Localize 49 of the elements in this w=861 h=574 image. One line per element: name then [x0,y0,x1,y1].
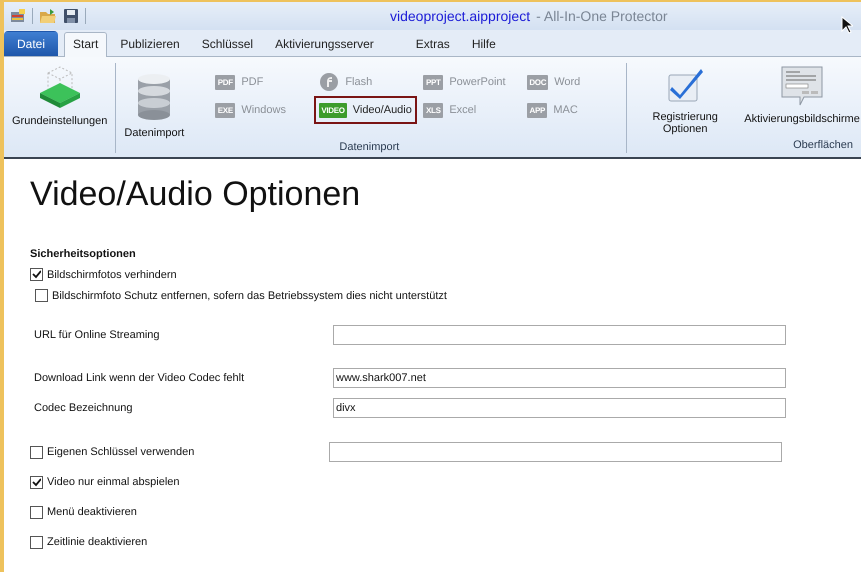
page-title: Video/Audio Optionen [30,175,362,214]
input-field[interactable]: divx [333,398,786,418]
ribbon-button[interactable]: Datenimport [120,71,188,141]
file-menu-tab[interactable]: Datei [4,31,58,56]
group-label: Datenimport [338,141,400,153]
checkbox[interactable]: Zeitlinie deaktivieren [30,536,148,548]
group-label: Oberflächen [792,139,854,153]
checkbox[interactable]: Bildschirmfotos verhindern [30,268,177,281]
ribbon-button[interactable]: Registrierung Optionen [631,63,740,137]
input-field[interactable] [333,325,786,345]
input-field[interactable] [329,442,782,462]
ribbon-button[interactable]: VIDEO Video/Audio [314,96,417,124]
checkbox[interactable]: Video nur einmal abspielen [30,476,180,488]
checkbox[interactable]: Bildschirmfoto Schutz entfernen, sofern das Betriebssystem dies nicht unterstützt [35,289,447,302]
checkbox[interactable]: Menü deaktivieren [30,506,137,518]
ribbon-tab[interactable]: Aktivierungsserver [266,32,383,56]
window-title: videoproject.aipproject [390,8,530,24]
file-type-badge: APP [527,102,548,118]
field-label: Codec Bezeichnung [33,402,134,414]
file-type-badge: PDF [215,74,236,90]
checkbox-box[interactable] [30,536,43,548]
cursor-icon [841,16,853,34]
input-field[interactable]: www.shark007.net [333,368,786,388]
checkbox[interactable]: Eigenen Schlüssel verwenden [30,446,329,458]
file-type-badge: DOC [527,74,548,90]
field-label: URL für Online Streaming [33,329,161,341]
checkbox-box[interactable] [35,289,48,302]
ribbon-tab[interactable]: Hilfe [462,32,505,56]
file-type-badge: PPT [423,74,444,90]
file-type-badge: EXE [215,102,236,118]
file-type-badge: VIDEO [319,102,347,118]
ribbon-button[interactable]: Grundeinstellungen [8,63,112,129]
round-logo-icon [319,72,340,92]
ribbon-tab[interactable]: Start [64,32,108,57]
dialog-bubble-icon [780,65,824,107]
field-label: Download Link wenn der Video Codec fehlt [33,372,246,384]
checkbox-box[interactable] [30,476,43,488]
file-type-badge: XLS [423,102,444,118]
project-icon[interactable] [10,8,26,24]
ribbon-tab[interactable]: Publizieren [111,32,189,56]
app-name: - All-In-One Protector [536,8,668,24]
open-folder-icon[interactable] [39,8,57,24]
checkbox-box[interactable] [30,268,43,281]
ribbon-tab[interactable]: Extras [406,32,459,56]
checkbox-box[interactable] [30,506,43,518]
save-icon[interactable] [63,8,79,24]
ribbon-tab[interactable]: Schlüssel [192,32,262,56]
checkbox-box[interactable] [30,446,43,458]
section-heading: Sicherheitsoptionen [30,248,137,260]
